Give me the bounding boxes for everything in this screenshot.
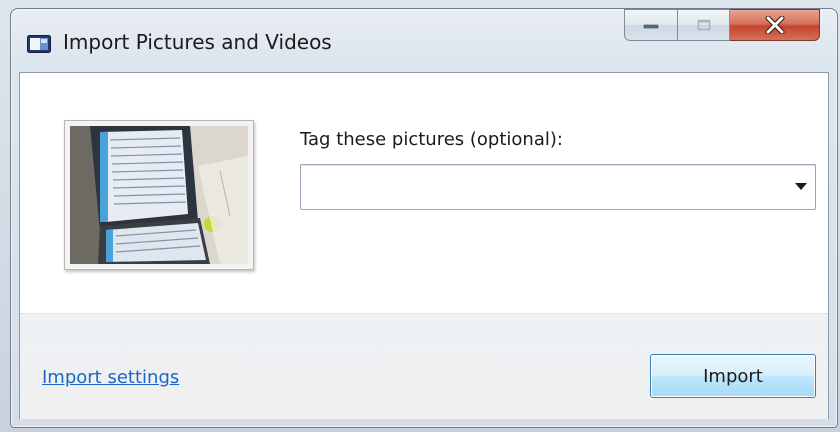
photo-thumbnail: [64, 120, 254, 270]
title-bar[interactable]: Import Pictures and Videos: [11, 9, 837, 71]
close-icon: [765, 16, 784, 34]
close-button[interactable]: [730, 9, 820, 41]
maximize-button[interactable]: [678, 9, 730, 41]
import-settings-link[interactable]: Import settings: [42, 367, 179, 388]
caption-buttons: [624, 9, 829, 43]
window-title: Import Pictures and Videos: [63, 30, 332, 54]
minimize-button[interactable]: [624, 9, 678, 41]
photo-thumbnail-image: [70, 126, 248, 264]
import-pictures-icon: [27, 35, 51, 53]
minimize-icon: [643, 24, 659, 29]
dialog-body: Tag these pictures (optional): Import se…: [19, 72, 829, 419]
import-dialog: Import Pictures and Videos Tag these pic…: [10, 8, 838, 428]
maximize-icon: [697, 19, 710, 31]
chevron-down-icon[interactable]: [795, 183, 807, 191]
import-button[interactable]: Import: [650, 354, 816, 398]
tag-combobox[interactable]: [300, 164, 816, 210]
tag-label: Tag these pictures (optional):: [300, 129, 563, 150]
dialog-footer: Import settings Import: [20, 313, 828, 419]
